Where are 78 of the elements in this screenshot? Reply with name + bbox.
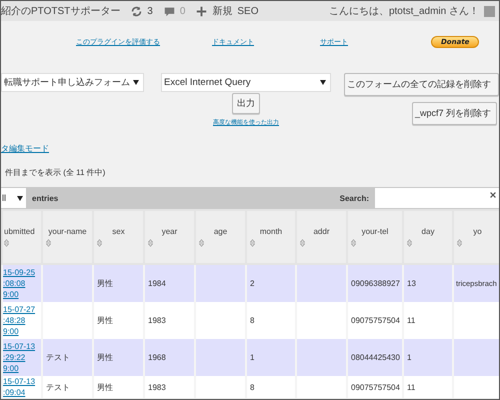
column-header[interactable]: year bbox=[144, 210, 195, 264]
table-cell: 09075757504 bbox=[351, 316, 400, 325]
table-cell: 1983 bbox=[148, 382, 166, 392]
submitted-link[interactable]: 15-07-27 bbox=[3, 304, 40, 315]
sort-icon[interactable] bbox=[457, 239, 462, 247]
length-select[interactable]: ll bbox=[1, 188, 26, 208]
export-button[interactable]: 出力 bbox=[232, 93, 260, 114]
caret-icon bbox=[320, 80, 326, 85]
submitted-link[interactable]: 9:00 bbox=[3, 289, 40, 300]
table-cell: 11 bbox=[407, 382, 416, 392]
site-title[interactable]: 紹介のPTOTSTサポーター bbox=[1, 4, 120, 18]
table-cell: 1968 bbox=[148, 353, 166, 362]
caret-icon bbox=[133, 80, 139, 85]
plus-icon[interactable] bbox=[196, 6, 208, 16]
submitted-link[interactable]: 15-07-13 bbox=[3, 341, 40, 352]
clear-icon[interactable] bbox=[489, 191, 497, 199]
new-menu[interactable]: 新規 bbox=[212, 4, 232, 18]
submitted-link[interactable]: 9:00 bbox=[3, 363, 40, 374]
column-header[interactable]: ubmitted bbox=[2, 210, 42, 264]
format-select[interactable]: Excel Internet Query bbox=[161, 73, 331, 92]
submitted-link[interactable]: 9:00 bbox=[3, 326, 40, 337]
table-cell: 8 bbox=[250, 382, 254, 392]
table-cell: テスト bbox=[46, 353, 70, 362]
table-cell: 2 bbox=[250, 279, 254, 288]
sort-icon[interactable] bbox=[407, 239, 412, 247]
seo-menu[interactable]: SEO bbox=[237, 6, 259, 16]
table-cell: 1984 bbox=[148, 279, 166, 288]
sort-icon[interactable] bbox=[4, 239, 9, 247]
greeting[interactable]: こんにちは、ptotst_admin さん！ bbox=[328, 4, 479, 18]
submitted-link[interactable]: 15-07-13 bbox=[3, 376, 40, 387]
search-label: Search: bbox=[340, 194, 369, 202]
sort-icon[interactable] bbox=[351, 239, 356, 247]
column-header[interactable]: addr bbox=[296, 210, 347, 264]
table-cell: 09096388927 bbox=[351, 279, 400, 288]
sort-icon[interactable] bbox=[300, 239, 305, 247]
delete-all-button[interactable]: このフォームの全ての記録を削除す bbox=[344, 73, 499, 96]
submitted-link[interactable]: 15-09-25 bbox=[3, 267, 40, 278]
refresh-icon[interactable] bbox=[131, 6, 142, 16]
updates-count: 3 bbox=[147, 6, 153, 16]
submitted-link[interactable]: :48:28 bbox=[3, 315, 40, 326]
table-cell: 08044425430 bbox=[351, 353, 400, 362]
column-header[interactable]: your-name bbox=[42, 210, 93, 264]
sort-icon[interactable] bbox=[250, 239, 255, 247]
table-cell: 11 bbox=[407, 316, 416, 325]
table-cell: 13 bbox=[407, 279, 416, 288]
column-header[interactable]: yo bbox=[453, 210, 499, 264]
table-cell: 09075757504 bbox=[351, 382, 400, 392]
table-cell: 1 bbox=[407, 353, 412, 362]
showing-text: 件目までを表示 (全 11 件中) bbox=[4, 167, 106, 179]
table-cell: 1 bbox=[250, 353, 254, 362]
table-cell: 男性 bbox=[97, 316, 113, 325]
sort-icon[interactable] bbox=[148, 239, 153, 247]
avatar-icon[interactable] bbox=[484, 6, 495, 16]
search-field[interactable] bbox=[375, 188, 499, 208]
sort-icon[interactable] bbox=[46, 239, 51, 247]
caret-icon bbox=[17, 196, 23, 200]
column-header[interactable]: age bbox=[195, 210, 246, 264]
table-cell: 男性 bbox=[97, 279, 113, 288]
entries-label: entries bbox=[32, 194, 58, 202]
table-cell: 8 bbox=[250, 316, 254, 325]
comment-icon[interactable] bbox=[164, 6, 175, 16]
sort-icon[interactable] bbox=[97, 239, 102, 247]
table-cell: 男性 bbox=[97, 353, 113, 362]
submitted-link[interactable]: :08:08 bbox=[3, 278, 40, 289]
form-select[interactable]: 転職サポート申し込みフォーム bbox=[1, 73, 144, 92]
column-header[interactable]: day bbox=[403, 210, 453, 264]
column-header[interactable]: sex bbox=[93, 210, 144, 264]
delete-column-button[interactable]: _wpcf7 列を削除す bbox=[412, 102, 497, 125]
edit-mode-link[interactable]: タ編集モード bbox=[1, 143, 499, 165]
table-cell: 1983 bbox=[148, 316, 166, 325]
sort-icon[interactable] bbox=[199, 239, 204, 247]
column-header[interactable]: month bbox=[246, 210, 296, 264]
column-header[interactable]: your-tel bbox=[347, 210, 403, 264]
table-cell: テスト bbox=[46, 382, 70, 392]
submitted-link[interactable]: :29:22 bbox=[3, 352, 40, 363]
comments-count: 0 bbox=[180, 6, 186, 16]
table-cell: 男性 bbox=[97, 382, 113, 392]
submitted-link[interactable]: :09:04 bbox=[3, 387, 40, 398]
